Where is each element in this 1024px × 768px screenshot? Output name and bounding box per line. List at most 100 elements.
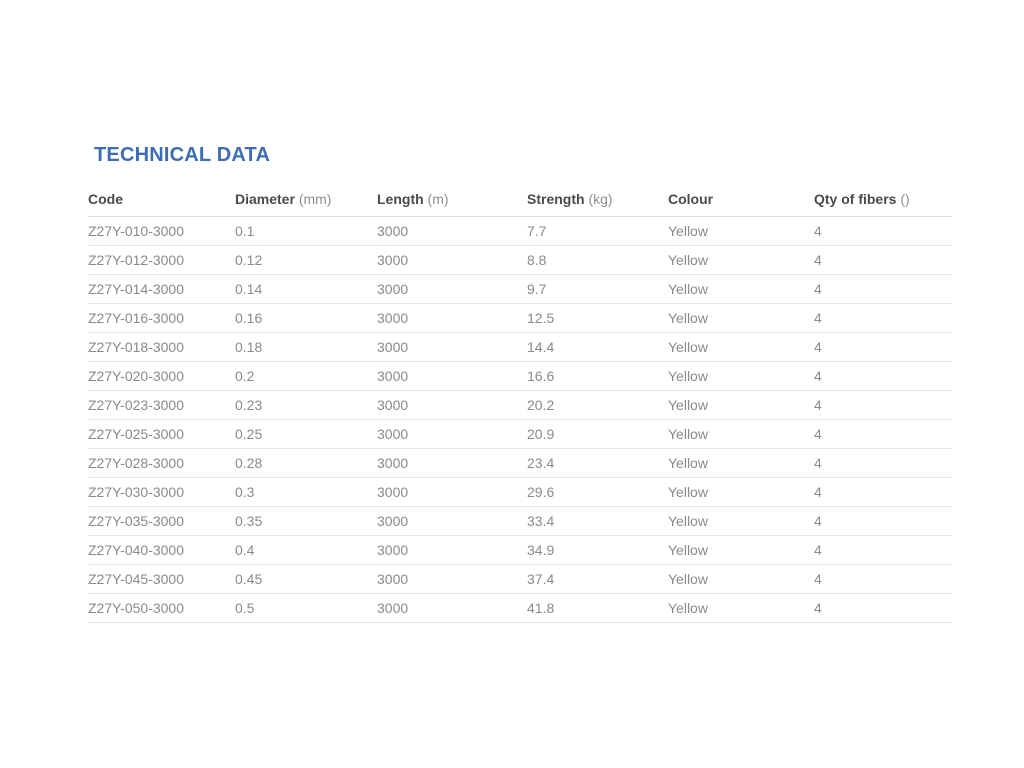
table-cell: Yellow [668, 246, 814, 275]
table-cell: 9.7 [527, 275, 668, 304]
table-cell: 3000 [377, 507, 527, 536]
table-row: Z27Y-028-30000.28300023.4Yellow4 [88, 449, 952, 478]
table-cell: 4 [814, 449, 952, 478]
table-cell: 7.7 [527, 217, 668, 246]
column-unit: (mm) [299, 191, 332, 207]
table-row: Z27Y-012-30000.1230008.8Yellow4 [88, 246, 952, 275]
table-cell: 4 [814, 536, 952, 565]
table-cell: Yellow [668, 565, 814, 594]
table-cell: 0.14 [235, 275, 377, 304]
table-cell: Z27Y-025-3000 [88, 420, 235, 449]
table-cell: 4 [814, 478, 952, 507]
table-cell: 0.45 [235, 565, 377, 594]
table-cell: 0.28 [235, 449, 377, 478]
table-cell: 0.25 [235, 420, 377, 449]
table-cell: 0.3 [235, 478, 377, 507]
table-cell: Z27Y-016-3000 [88, 304, 235, 333]
table-cell: 23.4 [527, 449, 668, 478]
technical-data-table: Code Diameter (mm) Length (m) Strength (… [88, 191, 952, 623]
table-row: Z27Y-045-30000.45300037.4Yellow4 [88, 565, 952, 594]
table-row: Z27Y-030-30000.3300029.6Yellow4 [88, 478, 952, 507]
table-cell: 4 [814, 304, 952, 333]
table-cell: 3000 [377, 594, 527, 623]
table-header: Code Diameter (mm) Length (m) Strength (… [88, 191, 952, 217]
table-cell: 16.6 [527, 362, 668, 391]
column-label: Strength [527, 191, 585, 207]
column-header-qty-of-fibers: Qty of fibers () [814, 191, 952, 217]
table-cell: 34.9 [527, 536, 668, 565]
table-cell: 8.8 [527, 246, 668, 275]
table-row: Z27Y-010-30000.130007.7Yellow4 [88, 217, 952, 246]
table-cell: Z27Y-023-3000 [88, 391, 235, 420]
table-cell: 0.5 [235, 594, 377, 623]
table-header-row: Code Diameter (mm) Length (m) Strength (… [88, 191, 952, 217]
table-cell: Yellow [668, 333, 814, 362]
column-header-code: Code [88, 191, 235, 217]
table-cell: Z27Y-030-3000 [88, 478, 235, 507]
table-cell: 4 [814, 507, 952, 536]
column-header-colour: Colour [668, 191, 814, 217]
table-cell: 0.2 [235, 362, 377, 391]
table-cell: 4 [814, 275, 952, 304]
table-cell: 33.4 [527, 507, 668, 536]
table-cell: Z27Y-012-3000 [88, 246, 235, 275]
column-unit: (kg) [588, 191, 612, 207]
table-cell: 4 [814, 333, 952, 362]
table-cell: 12.5 [527, 304, 668, 333]
table-cell: 4 [814, 217, 952, 246]
table-cell: Z27Y-035-3000 [88, 507, 235, 536]
column-label: Qty of fibers [814, 191, 896, 207]
table-cell: Yellow [668, 420, 814, 449]
table-cell: 3000 [377, 565, 527, 594]
table-cell: Yellow [668, 594, 814, 623]
table-cell: Z27Y-045-3000 [88, 565, 235, 594]
table-cell: 29.6 [527, 478, 668, 507]
table-cell: 0.18 [235, 333, 377, 362]
table-body: Z27Y-010-30000.130007.7Yellow4Z27Y-012-3… [88, 217, 952, 623]
table-cell: Z27Y-020-3000 [88, 362, 235, 391]
table-cell: Yellow [668, 217, 814, 246]
table-cell: 4 [814, 362, 952, 391]
table-cell: 41.8 [527, 594, 668, 623]
table-cell: 0.1 [235, 217, 377, 246]
table-row: Z27Y-025-30000.25300020.9Yellow4 [88, 420, 952, 449]
table-cell: Yellow [668, 391, 814, 420]
column-unit: () [900, 191, 909, 207]
table-cell: 4 [814, 594, 952, 623]
table-cell: 0.16 [235, 304, 377, 333]
table-row: Z27Y-023-30000.23300020.2Yellow4 [88, 391, 952, 420]
table-cell: 4 [814, 391, 952, 420]
page-title: TECHNICAL DATA [94, 144, 270, 167]
table-cell: 3000 [377, 333, 527, 362]
table-cell: Z27Y-028-3000 [88, 449, 235, 478]
column-header-diameter: Diameter (mm) [235, 191, 377, 217]
table-cell: 3000 [377, 362, 527, 391]
table-cell: 0.12 [235, 246, 377, 275]
table-cell: Yellow [668, 507, 814, 536]
table-cell: Z27Y-014-3000 [88, 275, 235, 304]
table-row: Z27Y-014-30000.1430009.7Yellow4 [88, 275, 952, 304]
column-label: Diameter [235, 191, 295, 207]
table-cell: 3000 [377, 420, 527, 449]
table-cell: 20.9 [527, 420, 668, 449]
table-cell: 3000 [377, 275, 527, 304]
column-unit: (m) [428, 191, 449, 207]
table-cell: 14.4 [527, 333, 668, 362]
table-cell: 20.2 [527, 391, 668, 420]
table-cell: 4 [814, 246, 952, 275]
table-cell: 3000 [377, 449, 527, 478]
table-cell: 3000 [377, 304, 527, 333]
table-cell: Z27Y-018-3000 [88, 333, 235, 362]
table-cell: 3000 [377, 246, 527, 275]
column-label: Code [88, 191, 123, 207]
table-cell: 0.35 [235, 507, 377, 536]
table-cell: Yellow [668, 478, 814, 507]
table-row: Z27Y-035-30000.35300033.4Yellow4 [88, 507, 952, 536]
table-cell: 3000 [377, 217, 527, 246]
table-row: Z27Y-050-30000.5300041.8Yellow4 [88, 594, 952, 623]
table-cell: Z27Y-010-3000 [88, 217, 235, 246]
table-cell: Z27Y-050-3000 [88, 594, 235, 623]
column-header-strength: Strength (kg) [527, 191, 668, 217]
table-row: Z27Y-040-30000.4300034.9Yellow4 [88, 536, 952, 565]
table-row: Z27Y-020-30000.2300016.6Yellow4 [88, 362, 952, 391]
